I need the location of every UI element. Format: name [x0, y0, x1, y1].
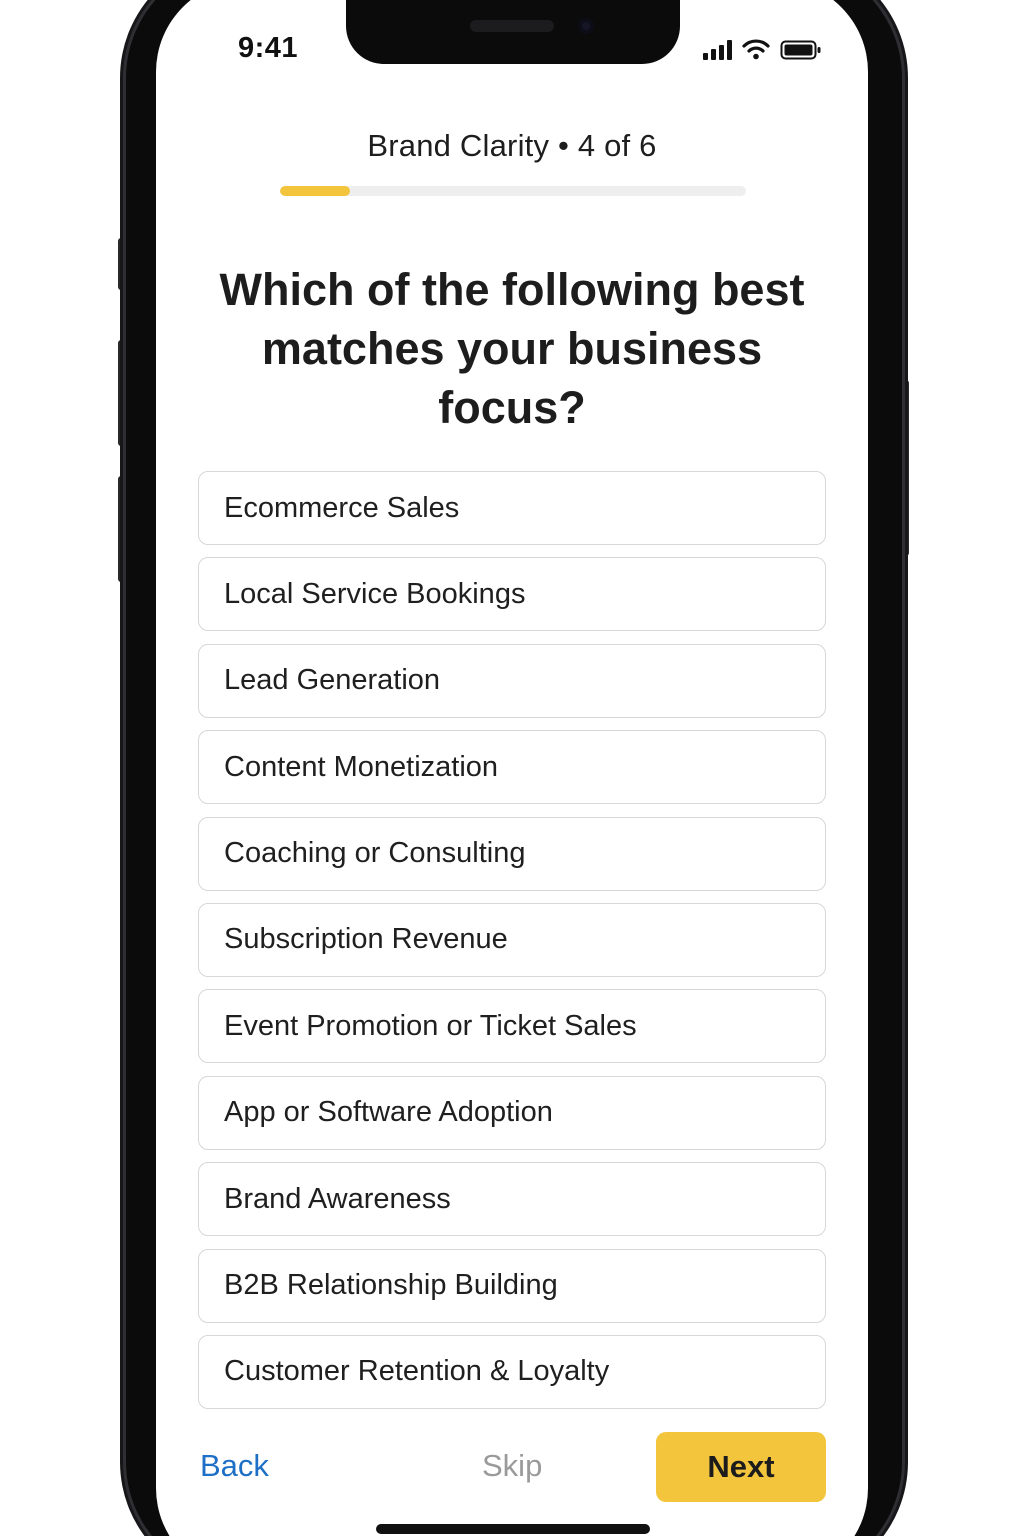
power-button	[901, 380, 909, 556]
option-button[interactable]: Event Promotion or Ticket Sales	[198, 989, 826, 1064]
status-time: 9:41	[238, 32, 299, 64]
skip-button[interactable]: Skip	[482, 1448, 542, 1484]
step-title: Brand Clarity • 4 of 6	[367, 128, 657, 163]
option-button[interactable]: Local Service Bookings	[198, 557, 826, 632]
option-label: Content Monetization	[224, 750, 499, 783]
page: 9:41 Brand Clarity • 4 of 6 Which of the…	[0, 0, 1024, 1536]
option-button[interactable]: Lead Generation	[198, 643, 826, 718]
front-camera-icon	[578, 18, 594, 34]
wifi-icon	[742, 39, 770, 60]
phone-screen: 9:41 Brand Clarity • 4 of 6 Which of the…	[156, 0, 868, 1536]
option-button[interactable]: App or Software Adoption	[198, 1075, 826, 1150]
progress-bar-fill	[280, 186, 350, 196]
option-label: Subscription Revenue	[224, 923, 508, 956]
option-label: App or Software Adoption	[224, 1096, 553, 1129]
notch	[346, 0, 680, 64]
option-label: Local Service Bookings	[224, 577, 526, 610]
volume-up-button	[118, 340, 126, 446]
home-indicator	[376, 1524, 650, 1534]
option-label: Ecommerce Sales	[224, 491, 460, 524]
option-label: B2B Relationship Building	[224, 1269, 558, 1302]
cellular-signal-icon	[703, 40, 732, 60]
progress-bar	[280, 186, 746, 196]
speaker-grille	[470, 20, 554, 32]
option-button[interactable]: Brand Awareness	[198, 1162, 826, 1237]
option-button[interactable]: Coaching or Consulting	[198, 816, 826, 891]
battery-icon	[780, 40, 821, 60]
option-button[interactable]: B2B Relationship Building	[198, 1248, 826, 1323]
question-heading: Which of the following best matches your…	[219, 264, 805, 433]
option-list: Ecommerce Sales Local Service Bookings Lea…	[198, 471, 826, 1421]
option-button[interactable]: Subscription Revenue	[198, 902, 826, 977]
option-button[interactable]: Customer Retention & Loyalty	[198, 1334, 826, 1409]
option-button[interactable]: Content Monetization	[198, 730, 826, 805]
next-button[interactable]: Next	[656, 1432, 826, 1502]
option-label: Lead Generation	[224, 664, 441, 697]
volume-down-button	[118, 476, 126, 582]
option-label: Event Promotion or Ticket Sales	[224, 1009, 637, 1042]
option-button[interactable]: Ecommerce Sales	[198, 471, 826, 545]
status-icons	[703, 38, 822, 60]
option-label: Brand Awareness	[224, 1182, 451, 1215]
option-label: Coaching or Consulting	[224, 837, 526, 870]
back-button[interactable]: Back	[200, 1448, 269, 1484]
option-label: Customer Retention & Loyalty	[224, 1355, 610, 1388]
silent-switch	[118, 238, 126, 290]
